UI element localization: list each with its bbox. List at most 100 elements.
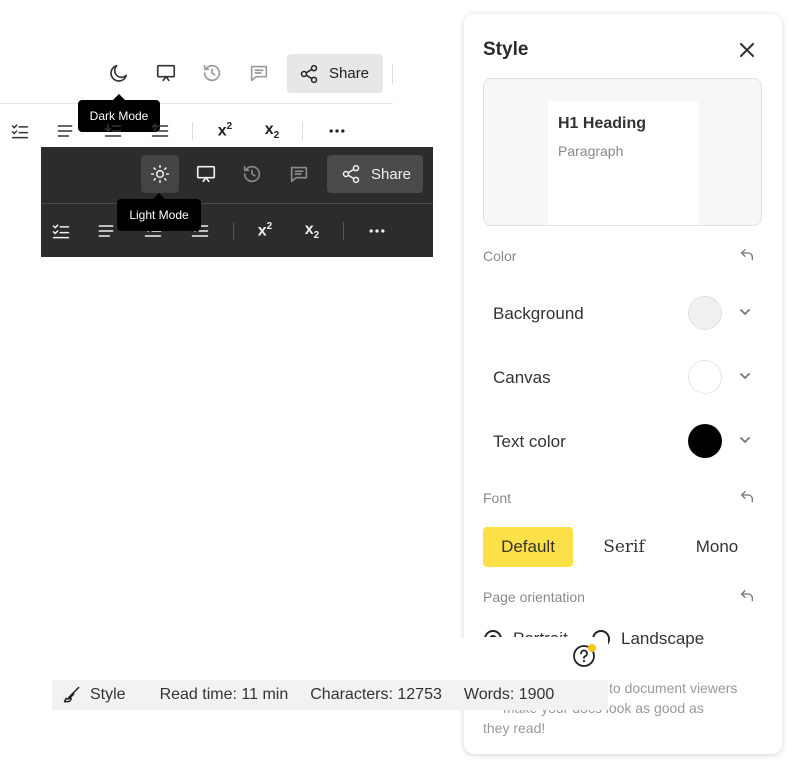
comment-button[interactable] <box>241 55 277 91</box>
reset-orientation-button[interactable] <box>739 588 755 604</box>
canvas-swatch[interactable] <box>688 360 722 394</box>
more-button[interactable] <box>319 113 355 149</box>
preview-page: H1 Heading Paragraph <box>548 101 698 225</box>
close-icon <box>740 43 754 57</box>
align-button[interactable] <box>47 113 83 149</box>
chevron-down-icon <box>740 437 750 444</box>
word-count: Words: 1900 <box>463 686 555 703</box>
panel-title: Style <box>483 39 529 60</box>
font-serif-button[interactable]: Serif <box>579 527 669 567</box>
superscript-icon: x2 <box>258 221 272 240</box>
indent-increase-button[interactable] <box>142 113 178 149</box>
toolbar-divider <box>392 64 393 84</box>
font-default-label: Default <box>501 537 555 556</box>
dark-mode-button[interactable] <box>101 55 137 91</box>
dark-toolbar: Share x2 x2 Light Mode <box>41 147 433 257</box>
font-mono-button[interactable]: Mono <box>672 527 762 567</box>
presentation-icon <box>156 64 176 82</box>
character-count: Characters: 12753 <box>310 686 442 703</box>
toolbar-separator <box>0 103 393 104</box>
toolbar-separator <box>41 203 433 204</box>
format-divider <box>302 122 303 140</box>
superscript-button[interactable]: x2 <box>207 113 243 149</box>
more-button[interactable] <box>359 213 395 249</box>
text-color-swatch[interactable] <box>688 424 722 458</box>
help-icon <box>573 644 596 667</box>
history-button[interactable] <box>194 55 230 91</box>
font-mono-label: Mono <box>695 537 739 556</box>
more-icon <box>329 129 345 133</box>
close-button[interactable] <box>736 39 758 61</box>
text-color-dropdown[interactable] <box>739 434 751 446</box>
indent-increase-icon <box>151 123 169 137</box>
background-swatch[interactable] <box>688 296 722 330</box>
hint-line: they read! <box>483 720 546 736</box>
style-toggle[interactable]: Style <box>62 685 126 705</box>
history-button[interactable] <box>234 156 270 192</box>
presentation-button[interactable] <box>188 156 224 192</box>
subscript-mark: 2 <box>273 130 280 142</box>
subscript-button[interactable]: x2 <box>254 113 290 149</box>
checklist-icon <box>11 124 29 139</box>
chevron-down-icon <box>740 373 750 380</box>
format-divider <box>343 222 344 240</box>
read-time: Read time: 11 min <box>159 686 289 703</box>
share-label: Share <box>329 65 370 82</box>
more-icon <box>369 229 385 233</box>
subscript-icon: x2 <box>265 121 279 141</box>
chevron-down-icon <box>740 309 750 316</box>
superscript-base: x <box>257 222 267 240</box>
font-section-label: Font <box>483 490 512 506</box>
superscript-base: x <box>217 122 227 140</box>
share-label: Share <box>371 165 412 183</box>
sun-icon <box>150 164 170 184</box>
format-divider <box>192 122 193 140</box>
superscript-icon: x2 <box>218 121 232 140</box>
subscript-base: x <box>264 120 274 138</box>
subscript-base: x <box>304 220 314 238</box>
share-icon <box>342 164 360 184</box>
reset-font-button[interactable] <box>739 489 755 505</box>
presentation-icon <box>196 165 216 183</box>
background-label: Background <box>493 304 584 323</box>
indent-decrease-button[interactable] <box>95 113 131 149</box>
light-mode-tooltip: Light Mode <box>117 193 201 231</box>
font-serif-label: Serif <box>603 537 645 557</box>
share-button[interactable]: Share <box>327 155 423 193</box>
format-divider <box>233 222 234 240</box>
subscript-button[interactable]: x2 <box>294 213 330 249</box>
presentation-button[interactable] <box>148 55 184 91</box>
preview-heading: H1 Heading <box>558 115 647 132</box>
paintbrush-icon <box>63 686 80 703</box>
comment-icon <box>250 65 268 82</box>
checklist-button[interactable] <box>43 213 79 249</box>
history-icon <box>203 64 221 82</box>
orientation-section-label: Page orientation <box>483 589 585 605</box>
comment-button[interactable] <box>281 156 317 192</box>
checklist-button[interactable] <box>2 113 38 149</box>
text-color-label: Text color <box>493 432 566 451</box>
tooltip-text: Light Mode <box>129 208 189 222</box>
font-default-button[interactable]: Default <box>483 527 573 567</box>
light-mode-button[interactable] <box>141 155 179 193</box>
share-button[interactable]: Share <box>287 54 383 93</box>
preview-paragraph: Paragraph <box>558 143 624 159</box>
reset-icon <box>741 249 753 261</box>
background-dropdown[interactable] <box>739 306 751 318</box>
subscript-mark: 2 <box>313 230 320 242</box>
color-section-label: Color <box>483 248 517 264</box>
reset-color-button[interactable] <box>739 247 755 263</box>
reset-icon <box>741 491 753 503</box>
align-icon <box>98 225 114 237</box>
style-preview: H1 Heading Paragraph <box>483 78 762 226</box>
indent-decrease-icon <box>104 123 122 137</box>
canvas-dropdown[interactable] <box>739 370 751 382</box>
comment-icon <box>290 166 308 183</box>
subscript-icon: x2 <box>305 221 319 241</box>
align-icon <box>57 125 73 137</box>
superscript-button[interactable]: x2 <box>247 213 283 249</box>
checklist-icon <box>52 224 70 239</box>
superscript-mark: 2 <box>226 121 233 133</box>
help-button[interactable] <box>570 642 598 670</box>
status-bar: Style Read time: 11 min Characters: 1275… <box>52 680 608 710</box>
